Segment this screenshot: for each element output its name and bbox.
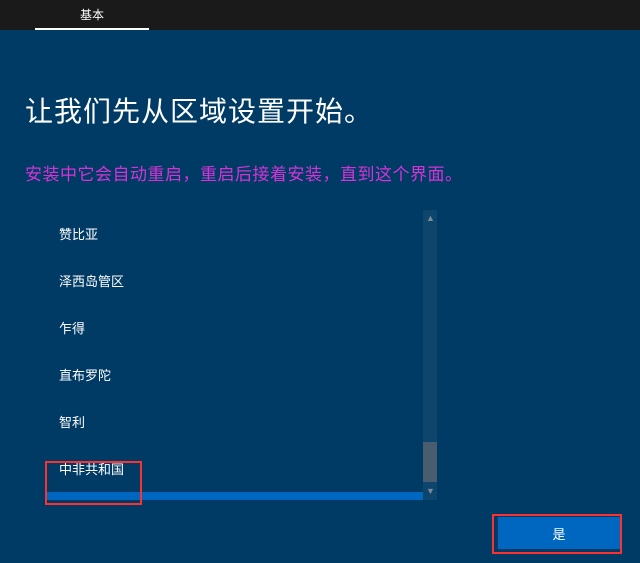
scroll-up-icon[interactable]: ▲ xyxy=(426,214,434,223)
scrollbar-track[interactable]: ▲ ▼ xyxy=(423,210,437,500)
region-item[interactable]: 智利 xyxy=(47,398,423,445)
region-list-container: 赞比亚 泽西岛管区 乍得 直布罗陀 智利 中非共和国 中国 ▲ ▼ xyxy=(47,210,437,500)
region-list[interactable]: 赞比亚 泽西岛管区 乍得 直布罗陀 智利 中非共和国 中国 xyxy=(47,210,423,500)
region-item[interactable]: 泽西岛管区 xyxy=(47,257,423,304)
content-area: 让我们先从区域设置开始。 安装中它会自动重启，重启后接着安装，直到这个界面。 赞… xyxy=(0,30,640,500)
top-bar: 基本 xyxy=(0,0,640,30)
annotation-text: 安装中它会自动重启，重启后接着安装，直到这个界面。 xyxy=(25,160,615,185)
tab-container: 基本 xyxy=(35,0,149,30)
confirm-button[interactable]: 是 xyxy=(498,517,620,549)
region-item[interactable]: 中非共和国 xyxy=(47,445,423,492)
region-item[interactable]: 赞比亚 xyxy=(47,210,423,257)
tab-basic[interactable]: 基本 xyxy=(35,0,149,30)
region-item[interactable]: 乍得 xyxy=(47,304,423,351)
page-title: 让我们先从区域设置开始。 xyxy=(25,90,615,130)
scroll-down-icon[interactable]: ▼ xyxy=(426,487,434,496)
region-item-selected[interactable]: 中国 xyxy=(47,492,423,500)
region-item[interactable]: 直布罗陀 xyxy=(47,351,423,398)
scrollbar-thumb[interactable] xyxy=(423,442,437,482)
